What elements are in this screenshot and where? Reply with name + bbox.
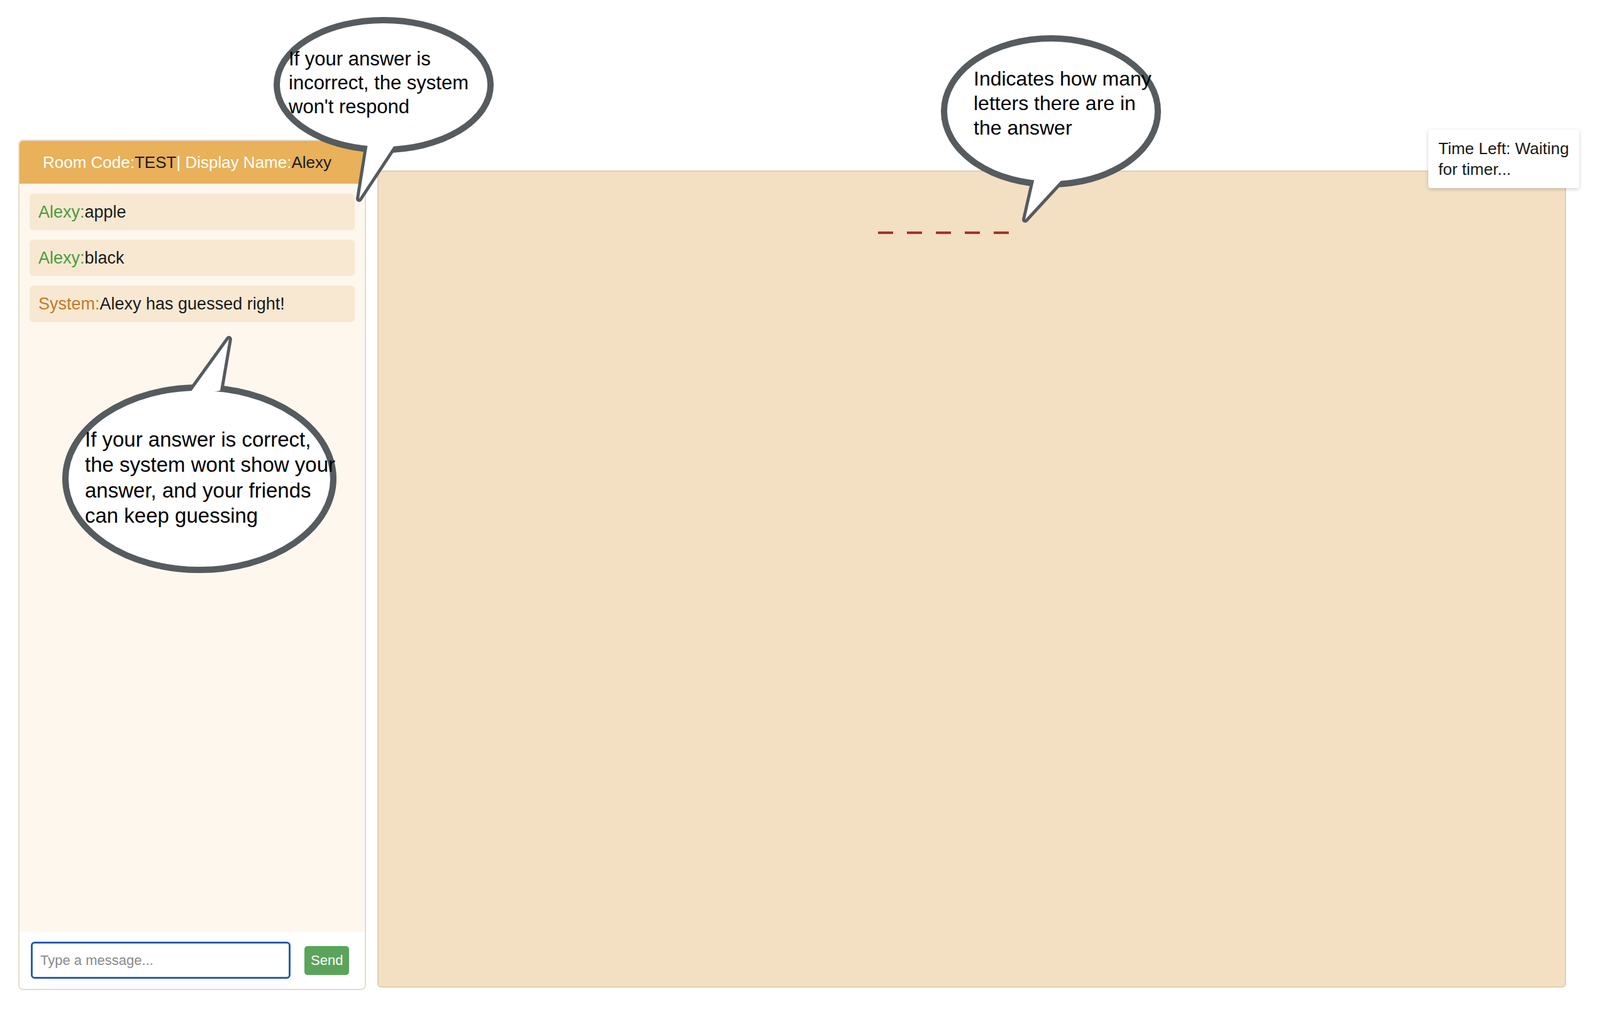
timer-box: Time Left: Waiting for timer... (1428, 129, 1580, 189)
chat-message: System:Alexy has guessed right! (29, 285, 355, 323)
letter-dash (877, 231, 894, 234)
message-input[interactable] (30, 941, 291, 979)
annotation-bubble: If your answer is incorrect, the system … (273, 14, 494, 204)
room-code: TEST (134, 152, 177, 173)
annotation-text: Indicates how many letters there are in … (973, 66, 1160, 141)
send-button[interactable]: Send (304, 945, 350, 975)
letter-dash (964, 231, 980, 234)
annotation-text: If your answer is incorrect, the system … (288, 47, 506, 119)
display-name: Alexy (291, 152, 332, 173)
drawing-canvas[interactable] (377, 170, 1567, 988)
letter-dash (993, 231, 1009, 234)
letter-dash (935, 231, 951, 234)
game-page: Room Code:TEST| Display Name:Alexy Alexy:… (0, 0, 1600, 1014)
chat-header: Room Code:TEST| Display Name:Alexy (19, 140, 365, 184)
chat-message: Alexy:black (29, 239, 355, 277)
annotation-bubble: Indicates how many letters there are in … (940, 33, 1162, 223)
annotation-bubble: If your answer is correct, the system wo… (62, 338, 340, 573)
chat-message: Alexy:apple (29, 193, 355, 231)
letter-dash (906, 231, 923, 234)
letter-hint (877, 231, 1009, 237)
annotation-text: If your answer is correct, the system wo… (84, 427, 340, 529)
input-row: Send (19, 931, 365, 989)
